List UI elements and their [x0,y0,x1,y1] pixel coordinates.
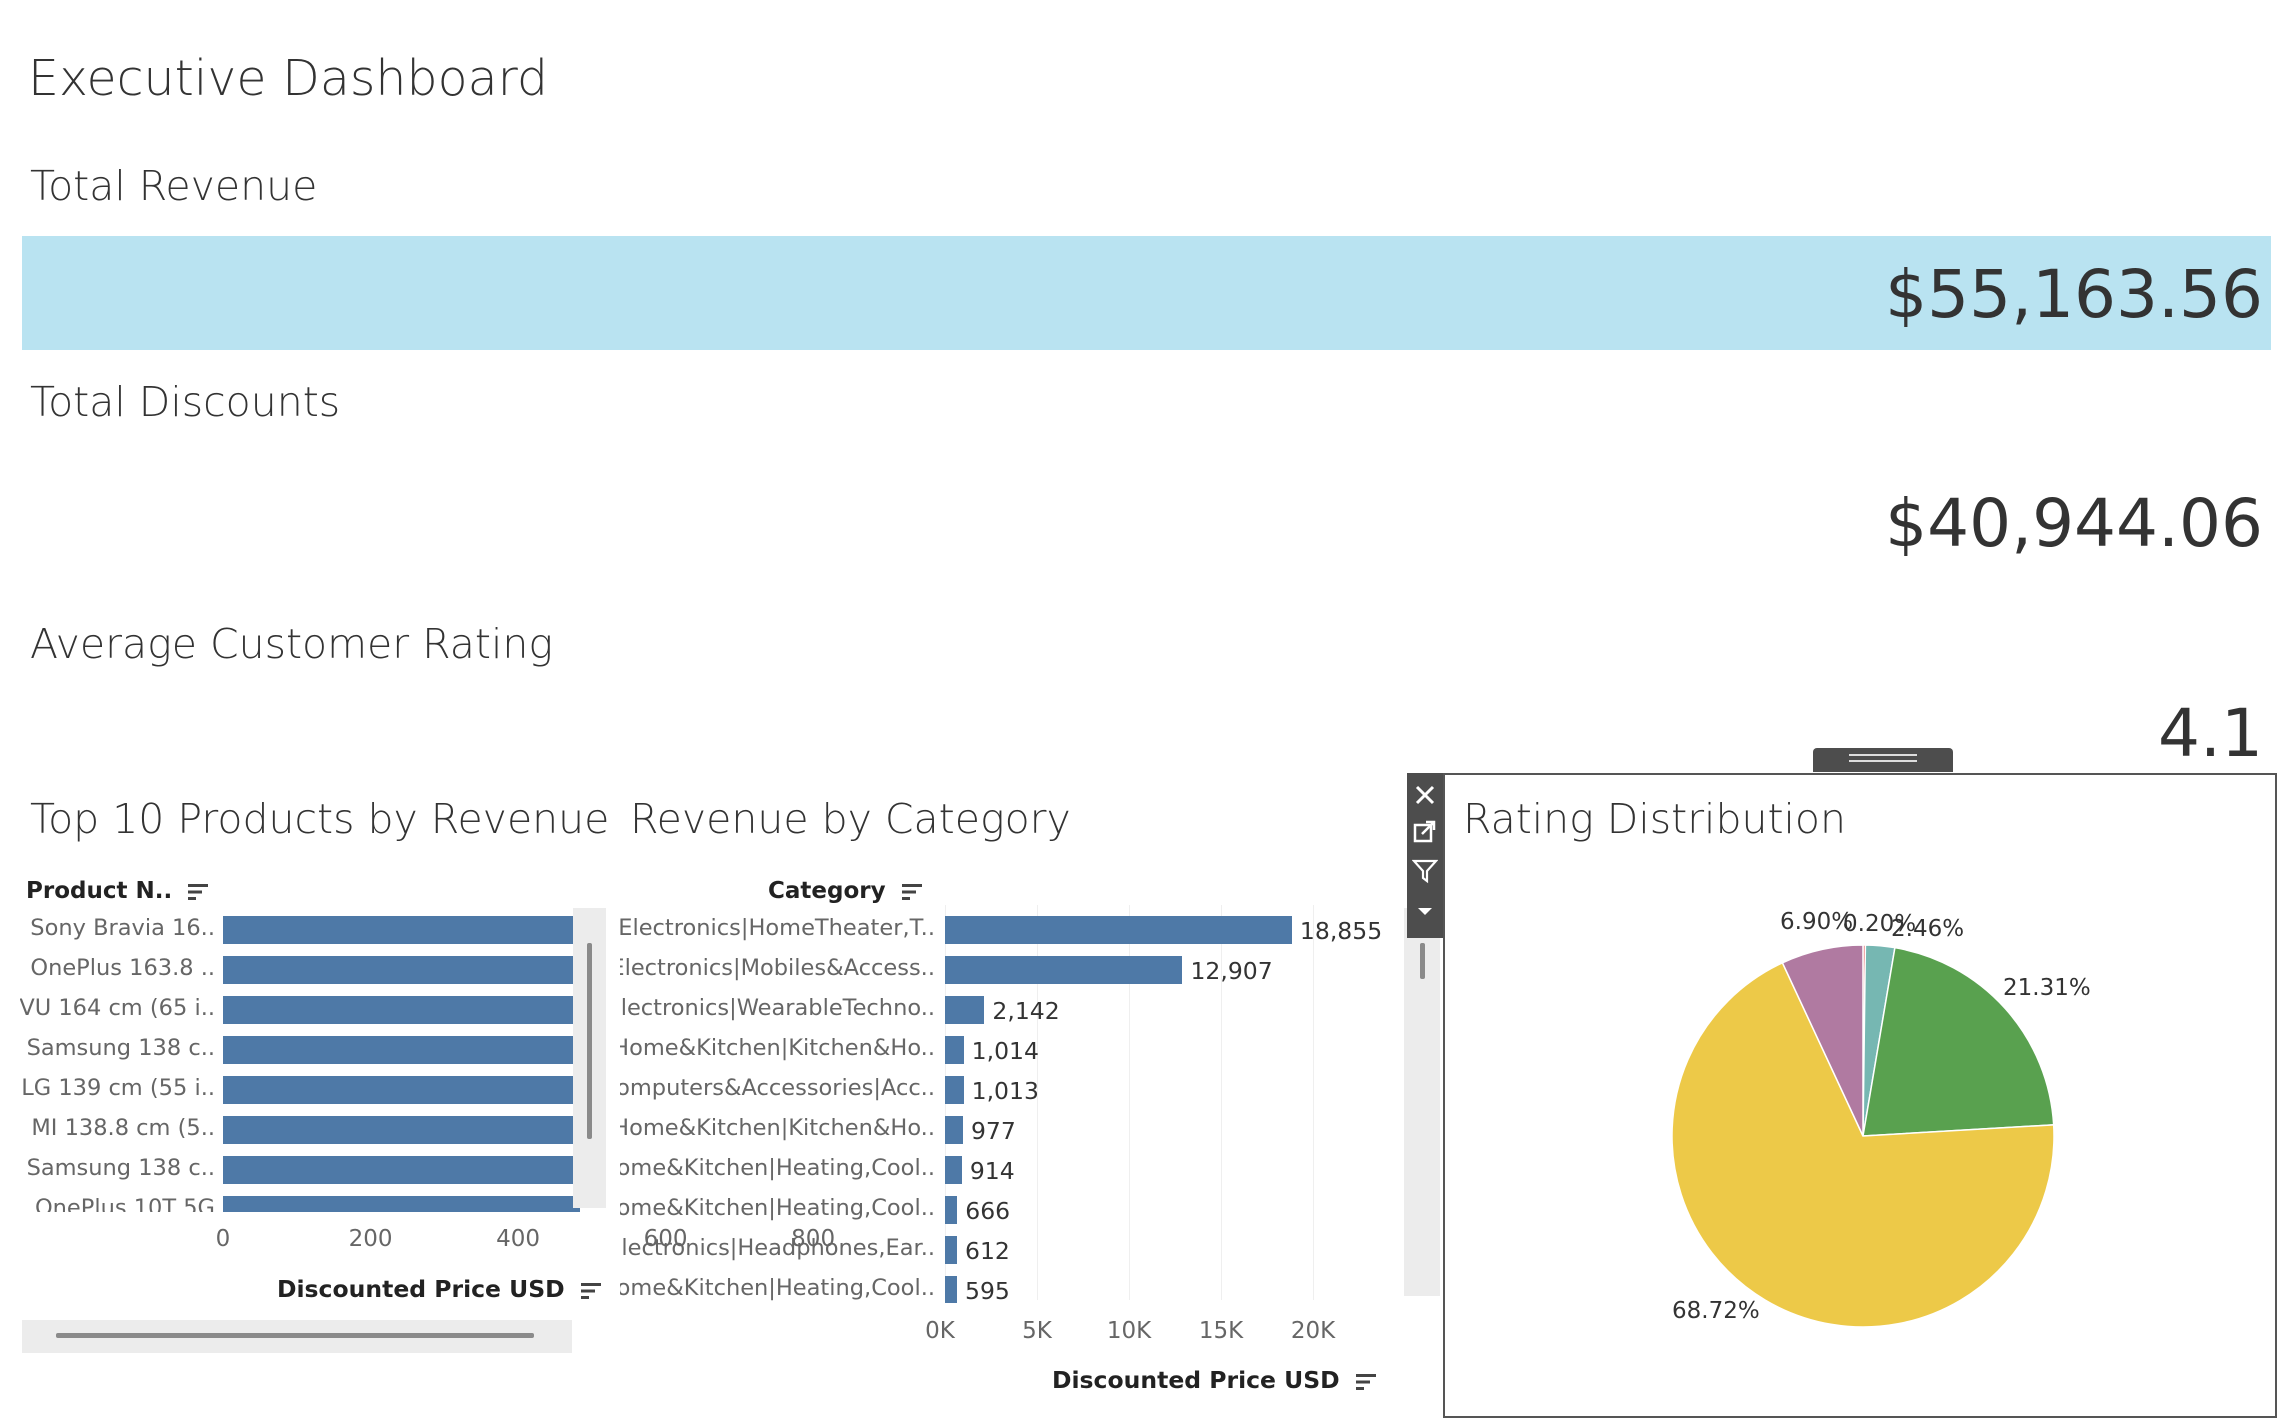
category-title: Revenue by Category [630,795,1071,843]
category-bar-value-label: 914 [969,1157,1015,1185]
category-axis-title-label: Discounted Price USD [1052,1366,1340,1394]
sort-descending-icon[interactable] [901,882,924,902]
category-bar-value-label: 12,907 [1190,957,1273,985]
revenue-kpi-value: $55,163.56 [1885,256,2263,333]
category-row-label[interactable]: Home&Kitchen|Heating,Cool.. [620,1155,935,1181]
sort-descending-icon[interactable] [188,882,210,902]
category-bar[interactable] [945,916,1292,944]
top-products-hscroll-thumb[interactable] [56,1333,534,1338]
category-bar-value-label: 1,013 [971,1077,1039,1105]
category-bar[interactable] [945,1196,958,1224]
top-products-row-label[interactable]: Sony Bravia 16.. [30,915,215,941]
category-row-label[interactable]: Home&Kitchen|Heating,Cool.. [620,1275,935,1301]
discounts-kpi-value: $40,944.06 [1885,485,2263,562]
top-products-x-tick: 0 [215,1226,231,1252]
category-bar[interactable] [945,1036,964,1064]
pie-slice-label: 6.90% [1780,909,1853,935]
top-products-row-label[interactable]: LG 139 cm (55 i.. [21,1075,215,1101]
category-row-label[interactable]: Home&Kitchen|Heating,Cool.. [620,1195,935,1221]
top-products-bar[interactable] [223,1036,580,1064]
floating-toolbar [1407,773,1443,938]
sort-descending-icon[interactable] [580,1281,603,1301]
top-products-row-header[interactable]: Product N.. [26,878,210,904]
top-products-row-label[interactable]: VU 164 cm (65 i.. [20,995,215,1021]
top-products-row-header-label: Product N.. [26,878,173,904]
category-bar[interactable] [945,1076,964,1104]
top-products-title: Top 10 Products by Revenue [30,795,610,843]
category-vscroll-thumb[interactable] [1420,943,1425,979]
category-row-label[interactable]: Home&Kitchen|Kitchen&Ho.. [620,1035,935,1061]
top-products-row-label[interactable]: OnePlus 163.8 .. [30,955,215,981]
top-products-plot[interactable]: Sony Bravia 16.. OnePlus 163.8 .. VU 164 c… [20,905,580,1212]
category-plot[interactable]: Electronics|HomeTheater,T.. 18,855 Electro… [620,905,1400,1303]
category-row-label[interactable]: Computers&Accessories|Acc.. [620,1075,935,1101]
category-row-label[interactable]: Electronics|Headphones,Ear.. [620,1235,935,1261]
category-bar[interactable] [945,1276,957,1303]
category-x-tick: 15K [1198,1318,1244,1344]
category-bar[interactable] [945,1156,962,1184]
category-row-header-label: Category [768,878,886,904]
top-products-bar[interactable] [223,1076,580,1104]
top-products-bar[interactable] [223,956,580,984]
revenue-kpi-label: Total Revenue [30,162,318,210]
drag-handle-icon[interactable] [1813,748,1953,772]
category-x-tick: 5K [1022,1318,1052,1344]
top-products-row-label[interactable]: OnePlus 10T 5G [35,1195,215,1212]
top-products-vscroll-thumb[interactable] [587,943,592,1139]
sort-descending-icon[interactable] [1355,1372,1378,1392]
category-bar-value-label: 977 [970,1117,1016,1145]
top-products-bar[interactable] [223,916,580,944]
top-products-bar[interactable] [223,1156,580,1184]
pie-slice-label: 21.31% [2003,975,2091,1001]
top-products-row-label[interactable]: MI 138.8 cm (5.. [31,1115,215,1141]
more-options-icon[interactable] [1409,895,1441,927]
pie-slice-label: 68.72% [1672,1298,1760,1324]
top-products-row-label[interactable]: Samsung 138 c.. [27,1155,215,1181]
category-row-label[interactable]: Electronics|HomeTheater,T.. [620,915,935,941]
top-products-bar[interactable] [223,1116,580,1144]
page-title: Executive Dashboard [28,50,548,107]
category-bar-value-label: 612 [965,1237,1010,1265]
category-bar-value-label: 2,142 [992,997,1060,1025]
category-bar-value-label: 1,014 [971,1037,1039,1065]
category-x-tick: 20K [1290,1318,1336,1344]
category-x-tick: 10K [1106,1318,1152,1344]
top-products-row-label[interactable]: Samsung 138 c.. [27,1035,215,1061]
category-bar[interactable] [945,1236,957,1264]
category-bar-value-label: 18,855 [1299,917,1383,945]
close-icon[interactable] [1409,779,1441,811]
top-products-x-tick: 200 [348,1226,393,1252]
top-products-axis-title[interactable]: Discounted Price USD [277,1275,603,1303]
category-bar[interactable] [945,996,985,1024]
rating-kpi-value: 4.1 [2158,695,2263,772]
top-products-bar[interactable] [223,1196,580,1212]
category-row-label[interactable]: Electronics|Mobiles&Access.. [620,955,935,981]
category-bar-value-label: 595 [965,1277,1010,1303]
category-axis-title[interactable]: Discounted Price USD [1052,1366,1378,1394]
rating-pie-chart[interactable]: 0.20%2.46%21.31%68.72%6.90% [1440,820,2280,1410]
category-bar[interactable] [945,1116,963,1144]
top-products-bar[interactable] [223,996,580,1024]
category-row-label[interactable]: Home&Kitchen|Kitchen&Ho.. [620,1115,935,1141]
category-x-tick: 0K [925,1318,955,1344]
category-bar-value-label: 666 [965,1197,1011,1225]
category-row-label[interactable]: Electronics|WearableTechno.. [620,995,935,1021]
rating-kpi-label: Average Customer Rating [30,620,553,668]
pie-slice-label: 2.46% [1891,916,1964,942]
top-products-axis-title-label: Discounted Price USD [277,1275,565,1303]
filter-icon[interactable] [1409,855,1441,887]
discounts-kpi-label: Total Discounts [30,378,341,426]
top-products-x-tick: 400 [496,1226,541,1252]
open-external-icon[interactable] [1409,815,1441,847]
category-bar[interactable] [945,956,1183,984]
category-row-header[interactable]: Category [768,878,924,904]
